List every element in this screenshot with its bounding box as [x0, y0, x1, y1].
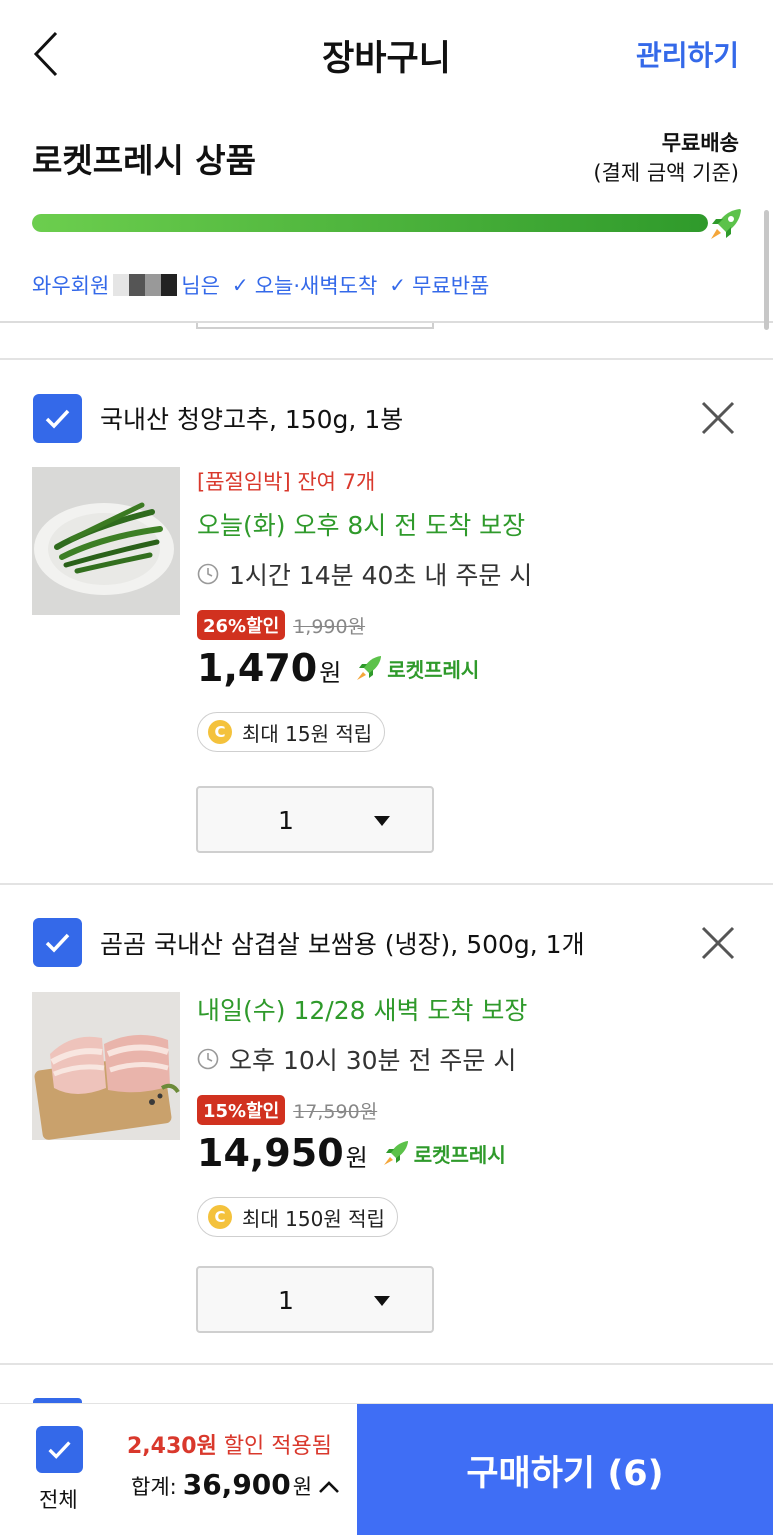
rocket-icon	[357, 656, 382, 680]
member-benefits: 와우회원 님은 ✓ 오늘·새벽도착 ✓ 무료반품	[32, 270, 489, 300]
cart-page: 장바구니 관리하기 로켓프레시 상품 무료배송 (결제 금액 기준) 와우회원 …	[0, 0, 773, 1535]
cart-item: 곰곰 국내산 삼겹살 보쌈용 (냉장), 500g, 1개 내일(수) 12/2…	[0, 885, 773, 1363]
coin-icon: C	[208, 720, 232, 744]
free-shipping-label: 무료배송	[661, 131, 739, 155]
order-total[interactable]: 합계: 36,900 원	[131, 1468, 340, 1501]
original-price: 1,990원	[293, 615, 366, 638]
caret-down-icon	[374, 1296, 390, 1306]
chevron-up-icon[interactable]	[318, 1480, 340, 1494]
order-deadline: 오후 10시 30분 전 주문 시	[197, 1041, 527, 1077]
product-image[interactable]	[32, 992, 180, 1140]
rocket-icon	[711, 209, 741, 239]
total-label: 합계:	[131, 1475, 177, 1499]
discount-badge: 15%할인	[197, 1095, 286, 1125]
price-unit: 원	[345, 1144, 368, 1172]
pork-belly-image	[32, 992, 180, 1140]
discount-row: 15%할인 17,590원	[197, 1095, 527, 1125]
green-pepper-image	[32, 467, 180, 615]
reward-badge: C 최대 15원 적립	[197, 712, 386, 752]
order-deadline: 1시간 14분 40초 내 주문 시	[197, 556, 532, 592]
item-checkbox[interactable]	[33, 918, 82, 967]
manage-button[interactable]: 관리하기	[636, 34, 739, 74]
close-icon[interactable]	[700, 925, 736, 961]
blurred-username	[113, 274, 178, 296]
stock-notice: [품절임박] 잔여 7개	[197, 470, 376, 494]
arrival-guarantee: 내일(수) 12/28 새벽 도착 보장	[197, 996, 528, 1025]
clock-icon	[197, 563, 219, 585]
price-row: 1,470 원 로켓프레시	[197, 646, 532, 698]
benefit-free-return: 무료반품	[412, 274, 490, 298]
member-suffix: 님은	[181, 274, 220, 298]
quantity-select[interactable]: 1	[196, 1266, 434, 1333]
progress-fill	[32, 214, 708, 232]
rocket-fresh-label: 로켓프레시	[413, 1142, 506, 1167]
rocket-fresh-tag: 로켓프레시	[355, 654, 479, 683]
member-prefix: 와우회원	[32, 274, 110, 298]
checkout-bar: 전체 2,430원 할인 적용됨 합계: 36,900 원 구매하기 (6)	[0, 1403, 773, 1535]
discount-text: 할인 적용됨	[216, 1434, 333, 1459]
quantity-select[interactable]: 1	[196, 786, 434, 853]
sale-price: 14,950	[197, 1131, 344, 1175]
total-unit: 원	[292, 1475, 313, 1499]
free-shipping-progress	[32, 214, 708, 232]
discount-amount: 2,430원	[127, 1434, 217, 1459]
discount-badge: 26%할인	[197, 610, 286, 640]
item-name[interactable]: 곰곰 국내산 삼겹살 보쌈용 (냉장), 500g, 1개	[100, 925, 585, 961]
rocket-fresh-tag: 로켓프레시	[382, 1139, 506, 1168]
check-icon	[45, 933, 70, 953]
price-row: 14,950 원 로켓프레시	[197, 1131, 527, 1183]
select-all-label[interactable]: 전체	[39, 1484, 78, 1514]
reward-text: 최대 150원 적립	[242, 1206, 385, 1231]
header: 장바구니 관리하기	[0, 0, 773, 110]
check-icon	[45, 409, 70, 429]
item-info: 내일(수) 12/28 새벽 도착 보장 오후 10시 30분 전 주문 시 1…	[197, 991, 527, 1237]
previous-quantity-select	[196, 323, 434, 329]
deadline-text: 오후 10시 30분 전 주문 시	[229, 1046, 517, 1075]
select-all-checkbox[interactable]	[36, 1426, 83, 1473]
coin-icon: C	[208, 1205, 232, 1229]
arrival-guarantee: 오늘(화) 오후 8시 전 도착 보장	[197, 511, 526, 540]
reward-text: 최대 15원 적립	[242, 721, 373, 746]
sale-price: 1,470	[197, 646, 318, 690]
scrollbar[interactable]	[764, 210, 769, 330]
clock-icon	[197, 1048, 219, 1070]
divider	[0, 1363, 773, 1365]
rocket-fresh-label: 로켓프레시	[387, 657, 480, 682]
free-shipping-info: 무료배송 (결제 금액 기준)	[593, 128, 739, 188]
quantity-value: 1	[278, 806, 294, 835]
item-info: [품절임박] 잔여 7개 오늘(화) 오후 8시 전 도착 보장 1시간 14분…	[197, 466, 532, 752]
cart-item: 국내산 청양고추, 150g, 1봉 [품절임박] 잔여 7개 오늘(화) 오후…	[0, 360, 773, 882]
rocket-icon	[383, 1141, 408, 1165]
original-price: 17,590원	[293, 1100, 378, 1123]
benefit-early-delivery: 오늘·새벽도착	[254, 274, 378, 298]
item-name[interactable]: 국내산 청양고추, 150g, 1봉	[100, 400, 403, 436]
discount-applied: 2,430원 할인 적용됨	[127, 1428, 332, 1460]
close-icon[interactable]	[700, 400, 736, 436]
product-image[interactable]	[32, 467, 180, 615]
check-icon: ✓	[389, 273, 407, 297]
reward-badge: C 최대 150원 적립	[197, 1197, 398, 1237]
total-value: 36,900	[182, 1468, 291, 1501]
discount-row: 26%할인 1,990원	[197, 610, 532, 640]
free-shipping-note: (결제 금액 기준)	[593, 161, 739, 185]
section-title: 로켓프레시 상품	[32, 141, 257, 180]
price-unit: 원	[319, 659, 342, 687]
caret-down-icon	[374, 816, 390, 826]
buy-button[interactable]: 구매하기 (6)	[357, 1404, 773, 1535]
deadline-text: 1시간 14분 40초 내 주문 시	[229, 561, 533, 590]
item-checkbox[interactable]	[33, 394, 82, 443]
check-icon: ✓	[231, 273, 249, 297]
quantity-value: 1	[278, 1286, 294, 1315]
check-icon	[48, 1441, 71, 1459]
